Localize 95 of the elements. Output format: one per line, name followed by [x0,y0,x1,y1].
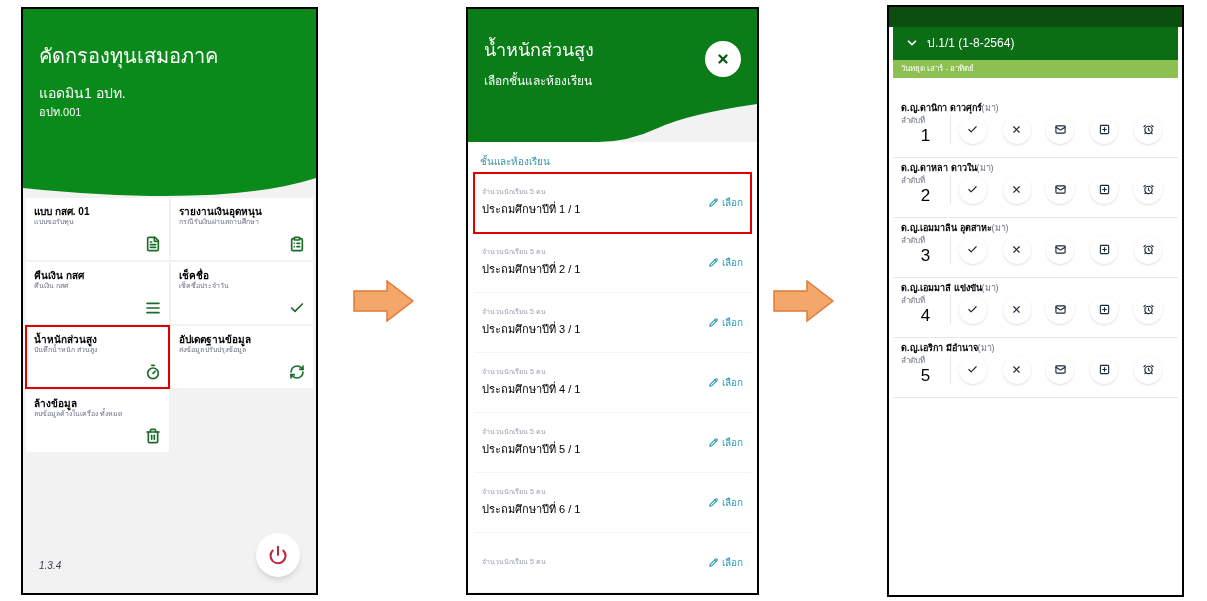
class-name: ประถมศึกษาปีที่ 1 / 1 [482,201,581,217]
attendance-button[interactable] [1090,295,1119,324]
envelope-icon [1055,304,1066,315]
clipboard-icon [289,235,305,252]
cross-icon [1011,244,1023,255]
attendance-button[interactable] [1134,115,1163,144]
number-label: ลำดับที่ [901,175,925,187]
attendance-button[interactable] [1090,235,1119,264]
attendance-button[interactable] [1046,175,1075,204]
plus-square-icon [1098,124,1110,135]
class-name: ประถมศึกษาปีที่ 3 / 1 [482,321,581,337]
attendance-button[interactable] [1134,175,1163,204]
refresh-icon [289,363,305,380]
attendance-button[interactable] [1134,355,1163,384]
attendance-button[interactable] [1046,235,1075,264]
attendance-button[interactable] [1134,295,1163,324]
envelope-icon [1055,244,1066,255]
checkmark-icon [967,124,979,135]
attendance-button[interactable] [1090,115,1119,144]
cross-icon [1011,304,1023,315]
pencil-icon [709,197,718,207]
tile-title: รายงานเงินอุดหนุน [178,205,263,218]
trash-icon [144,427,161,444]
number-label: ลำดับที่ [901,295,925,307]
number-label: ลำดับที่ [901,115,925,127]
alarm-clock-icon [1142,364,1154,375]
attendance-button[interactable] [1046,355,1075,384]
cross-icon [1011,184,1023,195]
version-label: 1.3.4 [39,558,62,573]
screen-title: น้ำหนักส่วนสูง [484,36,594,63]
power-button[interactable] [256,532,300,577]
student-number: 2 [920,187,931,204]
checkmark-icon [967,364,979,375]
user-code: อปท.001 [39,104,83,120]
alarm-clock-icon [1142,244,1154,255]
student-number: 1 [920,127,931,144]
screen-subtitle: เลือกชั้นและห้องเรียน [484,71,593,90]
class-name: ประถมศึกษาปีที่ 2 / 1 [482,261,581,277]
tile-title: คืนเงิน กสศ [34,269,86,282]
student-name: ด.ญ.ดานิกา ดาวศุกร์(มา) [901,101,1000,114]
close-button[interactable] [705,40,741,77]
class-header-text: ป.1/1 (1-8-2564) [927,35,1015,52]
class-header[interactable]: ป.1/1 (1-8-2564) [893,26,1178,60]
alarm-clock-icon [1142,124,1154,135]
student-number: 5 [920,367,931,384]
student-number: 3 [920,247,931,264]
tile-title: เช็คชื่อ [178,269,209,281]
pencil-icon [709,377,718,387]
close-icon [716,51,730,66]
class-name: ประถมศึกษาปีที่ 4 / 1 [482,381,581,397]
class-name: ประถมศึกษาปีที่ 6 / 1 [482,501,581,517]
arrow-drawing [773,278,835,323]
envelope-icon [1055,184,1066,195]
stopwatch-icon [144,363,161,380]
tile-title: อัปเดตฐานข้อมูล [178,333,252,346]
plus-square-icon [1098,184,1110,195]
pencil-icon [709,257,718,267]
attendance-button[interactable] [1046,115,1075,144]
app-title: คัดกรองทุนเสมอภาค [39,43,219,71]
student-name: ด.ญ.เอมมาลี แข่งขัน(มา) [901,281,1000,294]
number-label: ลำดับที่ [901,235,925,247]
plus-square-icon [1098,304,1110,315]
plus-square-icon [1098,244,1110,255]
attendance-button[interactable] [1134,235,1163,264]
section-label: ชั้นและห้องเรียน [479,153,551,169]
alarm-clock-icon [1142,304,1154,315]
alarm-clock-icon [1142,184,1154,195]
student-name: ด.ญ.เอมมาลิน อุตสาหะ(มา) [901,221,1010,234]
envelope-icon [1055,124,1066,135]
class-name: ประถมศึกษาปีที่ 5 / 1 [482,441,581,457]
arrow-drawing [353,278,415,323]
student-number: 4 [920,307,931,324]
attendance-button[interactable] [1046,295,1075,324]
pencil-icon [709,437,718,447]
tile-title: ล้างข้อมูล [34,397,77,410]
checkmark-icon [967,244,979,255]
user-name: แอดมิน1 อปท. [39,83,127,103]
attendance-button[interactable] [1090,355,1119,384]
number-label: ลำดับที่ [901,355,925,367]
tile-title: น้ำหนักส่วนสูง [34,333,98,346]
cross-icon [1011,124,1023,135]
cross-icon [1011,364,1023,375]
plus-square-icon [1098,364,1110,375]
attendance-button[interactable] [1090,175,1119,204]
pencil-icon [709,497,718,507]
student-name: ด.ญ.ดาหลา ดาวใน(มา) [901,161,995,174]
document-icon [144,235,161,252]
checkmark-icon [967,304,979,315]
envelope-icon [1055,364,1066,375]
pencil-icon [709,317,718,327]
pencil-icon [709,557,718,567]
checkmark-icon [967,184,979,195]
power-icon [268,544,288,565]
student-name: ด.ญ.เอริกา มีอำนาจ(มา) [901,341,996,354]
tile-title: แบบ กสศ. 01 [34,205,91,218]
